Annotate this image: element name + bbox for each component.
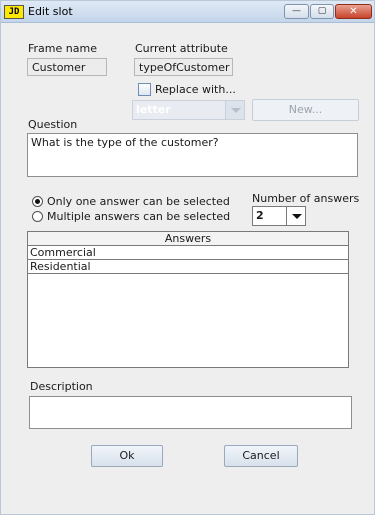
cancel-button[interactable]: Cancel [224, 445, 298, 467]
radio-multiple-answers[interactable] [32, 211, 43, 222]
answers-table: Answers Commercial Residential [27, 231, 349, 368]
frame-name-field: Customer [27, 58, 107, 76]
table-row[interactable]: Commercial [28, 246, 348, 260]
description-textarea[interactable] [29, 396, 352, 429]
replace-with-value: letter [136, 103, 171, 116]
app-icon: JD [4, 5, 24, 19]
replace-with-combo[interactable]: letter [132, 100, 245, 120]
current-attribute-label: Current attribute [135, 42, 228, 55]
answers-column-header[interactable]: Answers [28, 232, 348, 246]
question-label: Question [28, 118, 78, 131]
close-button[interactable]: ✕ [335, 4, 372, 19]
chevron-down-icon [286, 207, 305, 225]
frame-name-label: Frame name [28, 42, 97, 55]
number-of-answers-label: Number of answers [252, 192, 360, 205]
minimize-button[interactable]: — [284, 4, 309, 19]
maximize-button[interactable]: ▢ [310, 4, 334, 19]
new-button[interactable]: New... [252, 99, 359, 121]
table-row[interactable]: Residential [28, 260, 348, 274]
single-answer-label: Only one answer can be selected [47, 195, 230, 208]
description-label: Description [30, 380, 93, 393]
close-icon: ✕ [349, 6, 358, 17]
maximize-icon: ▢ [317, 6, 327, 16]
replace-with-checkbox[interactable] [138, 83, 151, 96]
number-of-answers-combo[interactable]: 2 [252, 206, 306, 226]
multiple-answers-label: Multiple answers can be selected [47, 210, 231, 223]
chevron-down-icon [225, 101, 244, 119]
edit-slot-dialog: JD Edit slot — ▢ ✕ Frame name Customer C… [0, 0, 375, 515]
ok-button[interactable]: Ok [91, 445, 163, 467]
radio-single-answer[interactable] [32, 196, 43, 207]
current-attribute-field: typeOfCustomer [134, 58, 233, 76]
title-bar[interactable]: JD Edit slot — ▢ ✕ [1, 1, 374, 23]
question-textarea[interactable]: What is the type of the customer? [27, 133, 358, 177]
minimize-icon: — [292, 6, 301, 16]
number-of-answers-value: 2 [256, 209, 264, 222]
replace-with-label: Replace with... [155, 83, 236, 96]
window-title: Edit slot [28, 5, 73, 18]
